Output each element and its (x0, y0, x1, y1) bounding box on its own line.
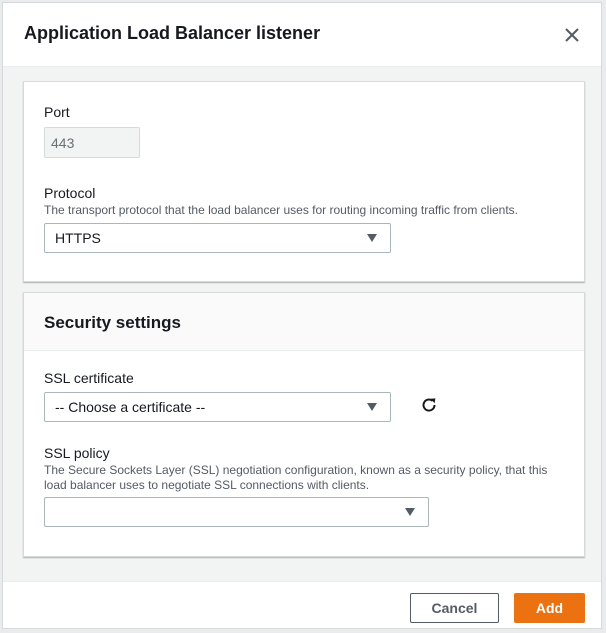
modal-body: Port 443 Protocol The transport protocol… (3, 67, 601, 581)
protocol-label: Protocol (44, 185, 96, 201)
ssl-certificate-select[interactable]: -- Choose a certificate -- (44, 392, 391, 422)
listener-modal: Application Load Balancer listener Port … (2, 2, 602, 629)
caret-down-icon (367, 403, 377, 411)
ssl-certificate-select-value: -- Choose a certificate -- (55, 399, 206, 415)
caret-down-icon (405, 508, 415, 516)
protocol-select-value: HTTPS (55, 230, 101, 246)
security-settings-title: Security settings (44, 313, 181, 332)
ssl-policy-select[interactable] (44, 497, 429, 527)
add-button[interactable]: Add (514, 593, 585, 623)
security-settings-panel: Security settings SSL certificate -- Cho… (23, 292, 585, 557)
caret-down-icon (367, 234, 377, 242)
refresh-icon[interactable] (419, 395, 439, 415)
modal-header: Application Load Balancer listener (3, 3, 601, 67)
protocol-select[interactable]: HTTPS (44, 223, 391, 253)
ssl-policy-description-line1: The Secure Sockets Layer (SSL) negotiati… (44, 463, 548, 477)
ssl-certificate-label: SSL certificate (44, 370, 134, 386)
modal-footer: Cancel Add (3, 581, 601, 628)
modal-title: Application Load Balancer listener (24, 23, 321, 43)
port-label: Port (44, 104, 70, 120)
cancel-button[interactable]: Cancel (410, 593, 499, 623)
ssl-policy-description-line2: load balancer uses to negotiate SSL conn… (44, 478, 370, 492)
listener-panel: Port 443 Protocol The transport protocol… (23, 81, 585, 282)
security-settings-header: Security settings (24, 293, 584, 351)
protocol-description: The transport protocol that the load bal… (44, 203, 519, 217)
close-icon[interactable] (561, 24, 583, 46)
ssl-policy-label: SSL policy (44, 445, 110, 461)
port-input: 443 (44, 127, 140, 158)
